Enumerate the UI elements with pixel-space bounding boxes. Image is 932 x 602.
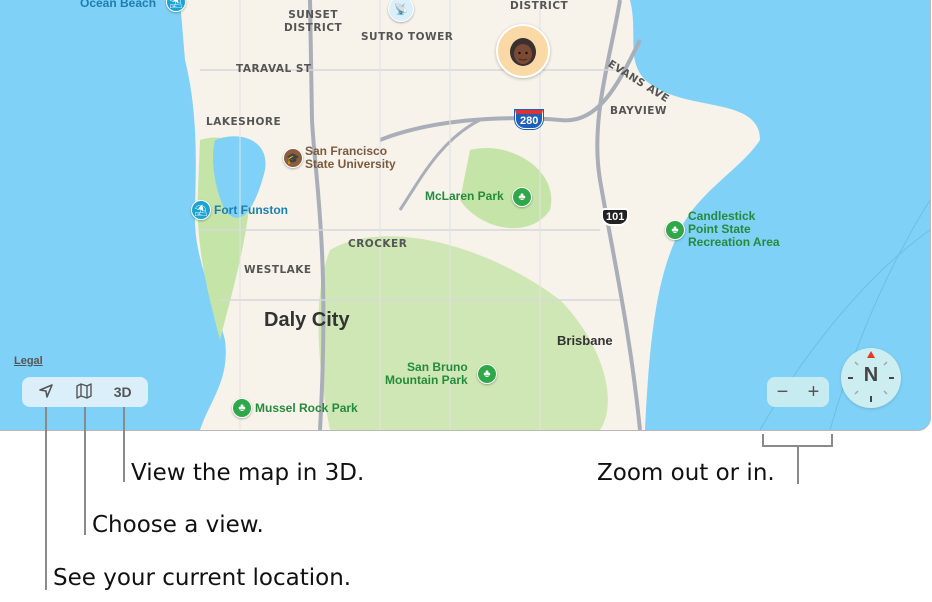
callout-line-zoom — [797, 446, 799, 484]
district-crocker: CROCKER — [348, 238, 408, 250]
3d-button[interactable]: 3D — [114, 384, 132, 400]
poi-candlestick[interactable]: Candlestick Point State Recreation Area — [688, 210, 780, 249]
city-brisbane: Brisbane — [557, 333, 613, 348]
poi-san-bruno[interactable]: San Bruno Mountain Park — [385, 361, 468, 387]
compass-north-label: N — [863, 364, 879, 386]
callout-zoom: Zoom out or in. — [597, 460, 775, 486]
zoom-out-button[interactable]: − — [777, 381, 789, 404]
district-westlake: WESTLAKE — [244, 264, 312, 276]
tree-icon[interactable]: ♣ — [477, 364, 497, 384]
poi-mussel-rock-park[interactable]: Mussel Rock Park — [255, 401, 358, 415]
city-daly-city: Daly City — [264, 309, 350, 331]
tree-icon[interactable]: ♣ — [665, 220, 685, 240]
user-avatar[interactable] — [496, 24, 550, 78]
tree-icon[interactable]: ♣ — [512, 187, 532, 207]
map-view[interactable]: ⛱ Ocean Beach SUNSET DISTRICT DISTRICT 📡… — [0, 0, 930, 430]
us-101-shield: 101 — [601, 208, 630, 226]
district-label: DISTRICT — [510, 0, 569, 12]
callout-line-view — [84, 407, 86, 535]
location-arrow-icon — [39, 383, 54, 398]
poi-sutro-tower[interactable]: SUTRO TOWER — [361, 31, 453, 43]
zoom-in-button[interactable]: + — [808, 381, 820, 404]
poi-candlestick-line3: Recreation Area — [688, 235, 780, 249]
memoji-icon — [510, 38, 536, 66]
zoom-control: − + — [767, 377, 829, 407]
north-arrow-icon — [867, 351, 875, 358]
callout-3d: View the map in 3D. — [131, 460, 365, 486]
choose-view-button[interactable] — [75, 382, 93, 402]
callout-line-location — [45, 407, 47, 590]
district-sunset: SUNSET DISTRICT — [284, 9, 343, 34]
callout-current-location: See your current location. — [53, 565, 352, 591]
poi-fort-funston[interactable]: Fort Funston — [214, 203, 288, 217]
map-icon — [76, 382, 92, 399]
district-bayview: BAYVIEW — [610, 105, 668, 117]
map-controls: 3D — [22, 377, 148, 407]
legal-link[interactable]: Legal — [14, 355, 43, 367]
beach-icon[interactable]: ⛱ — [191, 200, 211, 220]
university-icon[interactable]: 🎓 — [283, 148, 303, 168]
poi-ocean-beach[interactable]: Ocean Beach — [80, 0, 156, 10]
district-lakeshore: LAKESHORE — [206, 116, 282, 128]
callout-choose-view: Choose a view. — [92, 512, 264, 538]
poi-sfsu-line2: State University — [305, 157, 396, 171]
poi-sfsu[interactable]: San Francisco State University — [305, 145, 396, 171]
compass-button[interactable]: N — [841, 348, 901, 408]
poi-mclaren-park[interactable]: McLaren Park — [425, 189, 504, 203]
poi-san-bruno-line2: Mountain Park — [385, 373, 468, 387]
interstate-280-shield: 280 — [515, 110, 544, 129]
callout-line-3d — [123, 407, 125, 482]
tree-icon[interactable]: ♣ — [232, 398, 252, 418]
street-taraval: TARAVAL ST — [236, 63, 312, 75]
current-location-button[interactable] — [38, 383, 54, 402]
